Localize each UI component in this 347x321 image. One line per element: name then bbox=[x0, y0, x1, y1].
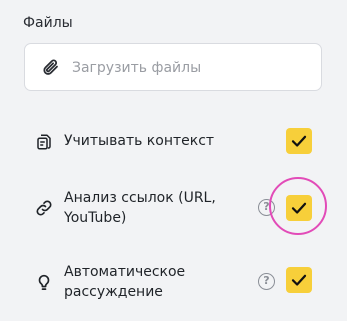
check-icon bbox=[291, 135, 307, 147]
document-icon bbox=[35, 133, 53, 151]
option-reasoning-label-line2: рассуждение bbox=[64, 284, 163, 300]
settings-panel: { "files_section": { "label": "Файлы", "… bbox=[0, 0, 347, 321]
files-section-label: Файлы bbox=[23, 15, 73, 31]
option-reasoning: Автоматическое рассуждение ? bbox=[0, 261, 347, 305]
help-icon[interactable]: ? bbox=[258, 273, 275, 290]
check-icon bbox=[291, 274, 307, 286]
option-context: Учитывать контекст bbox=[0, 126, 347, 156]
highlight-ring bbox=[269, 177, 327, 235]
option-link-analysis-label-line1: Анализ ссылок (URL, bbox=[64, 190, 216, 206]
lightbulb-icon bbox=[35, 273, 53, 291]
upload-placeholder: Загрузить файлы bbox=[72, 60, 202, 76]
upload-files-button[interactable]: Загрузить файлы bbox=[24, 43, 322, 91]
link-icon bbox=[35, 199, 53, 217]
option-context-checkbox[interactable] bbox=[286, 128, 312, 154]
option-context-label: Учитывать контекст bbox=[64, 133, 215, 149]
option-reasoning-label-line1: Автоматическое bbox=[64, 264, 186, 280]
option-reasoning-checkbox[interactable] bbox=[286, 267, 312, 293]
paperclip-icon bbox=[42, 58, 60, 76]
option-link-analysis-label-line2: YouTube) bbox=[64, 210, 127, 226]
